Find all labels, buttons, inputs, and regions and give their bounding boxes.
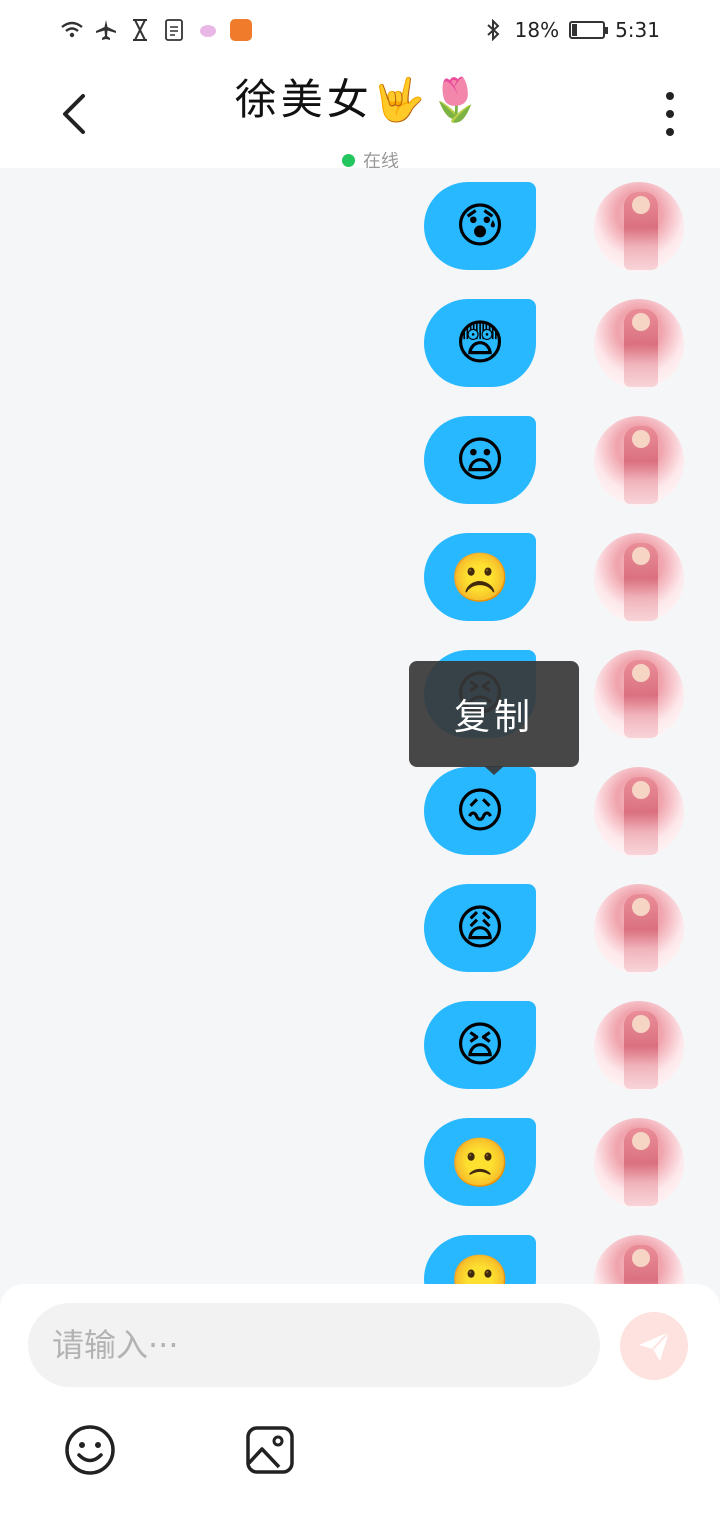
popup-arrow <box>484 766 504 775</box>
status-icons-right: 18% 5:31 <box>481 18 660 42</box>
copy-menu-item[interactable]: 复制 <box>409 661 579 767</box>
online-status-text: 在线 <box>363 152 399 168</box>
hourglass-icon <box>128 18 152 42</box>
message-list[interactable]: 😰 😨 😦 ☹️ 😣 😖 😩 😫 🙁 🙁 <box>0 168 720 1284</box>
input-panel <box>0 1284 720 1520</box>
online-dot <box>342 153 355 167</box>
message-bubble[interactable]: 😰 <box>424 182 536 270</box>
message-row: 🙁 <box>424 1235 684 1284</box>
message-bubble[interactable]: ☹️ <box>424 533 536 621</box>
message-bubble[interactable]: 😩 <box>424 884 536 972</box>
paper-plane-icon <box>639 1331 670 1361</box>
more-vertical-icon-dot <box>666 110 674 118</box>
avatar[interactable] <box>594 416 684 506</box>
message-bubble[interactable]: 🙁 <box>424 1118 536 1206</box>
message-input[interactable] <box>28 1303 600 1387</box>
bluetooth-icon <box>481 18 505 42</box>
image-icon <box>246 1426 294 1474</box>
message-row: 🙁 <box>424 1118 684 1208</box>
send-button[interactable] <box>620 1312 688 1380</box>
status-bar: 18% 5:31 <box>0 0 720 60</box>
chat-header: 徐美女🤟🌷 在线 <box>0 60 720 168</box>
avatar[interactable] <box>594 533 684 623</box>
status-icons-left <box>60 18 252 42</box>
battery-icon <box>569 21 609 39</box>
avatar[interactable] <box>594 884 684 974</box>
message-row: 😨 <box>424 299 684 389</box>
avatar[interactable] <box>594 182 684 272</box>
emoji-button[interactable] <box>64 1424 116 1476</box>
avatar[interactable] <box>594 767 684 857</box>
avatar[interactable] <box>594 650 684 740</box>
message-row: 😖 <box>424 767 684 857</box>
avatar[interactable] <box>594 299 684 389</box>
contact-name: 徐美女🤟🌷 <box>234 75 486 124</box>
message-bubble[interactable]: 😦 <box>424 416 536 504</box>
message-bubble[interactable]: 😖 <box>424 767 536 855</box>
avatar[interactable] <box>594 1235 684 1284</box>
wifi-icon <box>60 18 84 42</box>
message-row: 😩 <box>424 884 684 974</box>
message-bubble[interactable]: 🙁 <box>424 1235 536 1284</box>
airplane-icon <box>94 18 118 42</box>
avatar[interactable] <box>594 1118 684 1208</box>
message-row: ☹️ <box>424 533 684 623</box>
online-status: 在线 <box>342 152 399 168</box>
battery-level <box>572 24 578 36</box>
avatar[interactable] <box>594 1001 684 1091</box>
app-notification-icon <box>196 18 220 42</box>
document-icon <box>162 18 186 42</box>
message-row: 😦 <box>424 416 684 506</box>
more-vertical-icon-dot <box>666 92 674 100</box>
video-app-icon <box>230 19 252 41</box>
message-row: 😫 <box>424 1001 684 1091</box>
message-row: 😰 <box>424 182 684 272</box>
image-button[interactable] <box>244 1424 296 1476</box>
message-bubble[interactable]: 😫 <box>424 1001 536 1089</box>
clock: 5:31 <box>615 18 660 42</box>
more-vertical-icon-dot <box>666 128 674 136</box>
battery-percent: 18% <box>514 18 560 42</box>
smiley-icon <box>65 1425 115 1475</box>
message-bubble[interactable]: 😨 <box>424 299 536 387</box>
more-options-button[interactable] <box>656 92 684 136</box>
